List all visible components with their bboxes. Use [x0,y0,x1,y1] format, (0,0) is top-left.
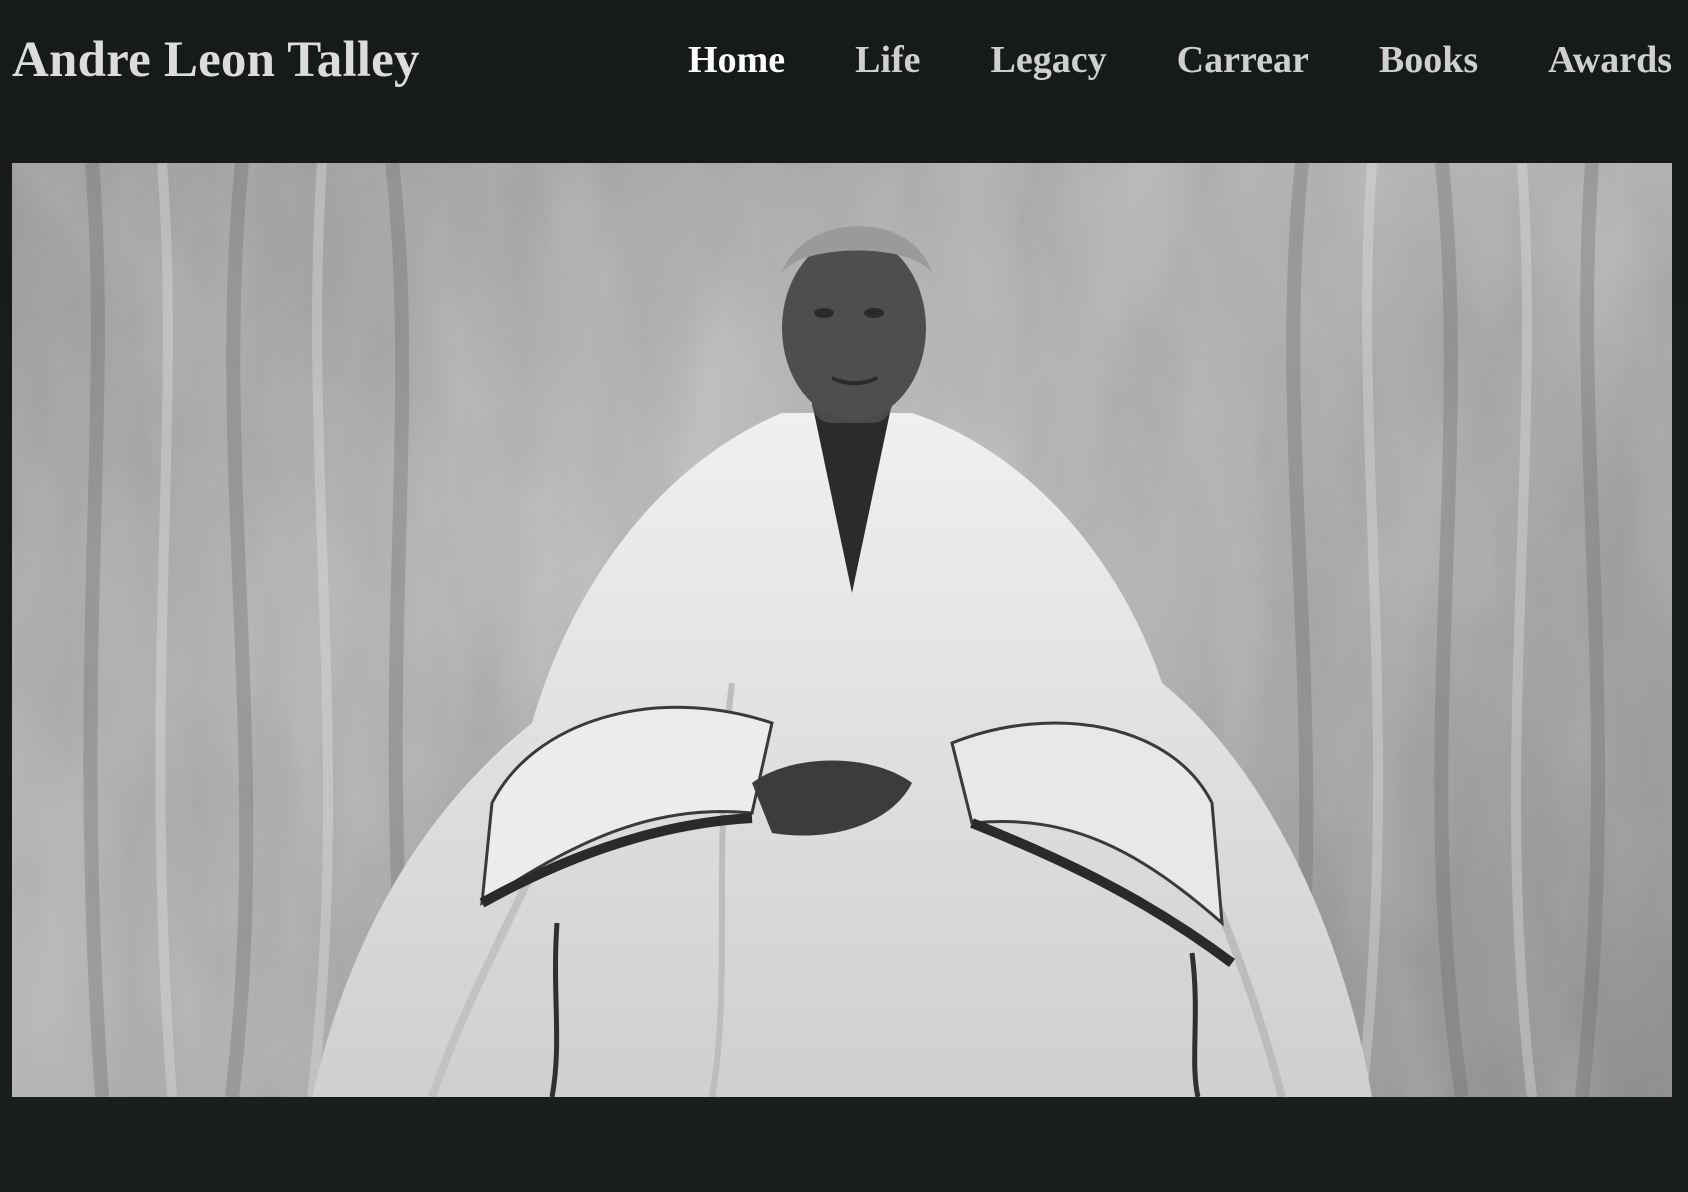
nav-life[interactable]: Life [855,34,920,86]
hero-photo-illustration [12,163,1672,1097]
nav-legacy[interactable]: Legacy [991,34,1107,86]
site-header: Andre Leon Talley Home Life Legacy Carre… [0,0,1688,120]
site-title[interactable]: Andre Leon Talley [12,28,420,92]
hero-image [12,163,1672,1097]
main-nav: Home Life Legacy Carrear Books Awards [618,34,1672,86]
nav-carrear[interactable]: Carrear [1177,34,1309,86]
nav-awards[interactable]: Awards [1548,34,1672,86]
nav-home[interactable]: Home [688,34,785,86]
nav-books[interactable]: Books [1379,34,1478,86]
page: Andre Leon Talley Home Life Legacy Carre… [0,0,1688,1192]
